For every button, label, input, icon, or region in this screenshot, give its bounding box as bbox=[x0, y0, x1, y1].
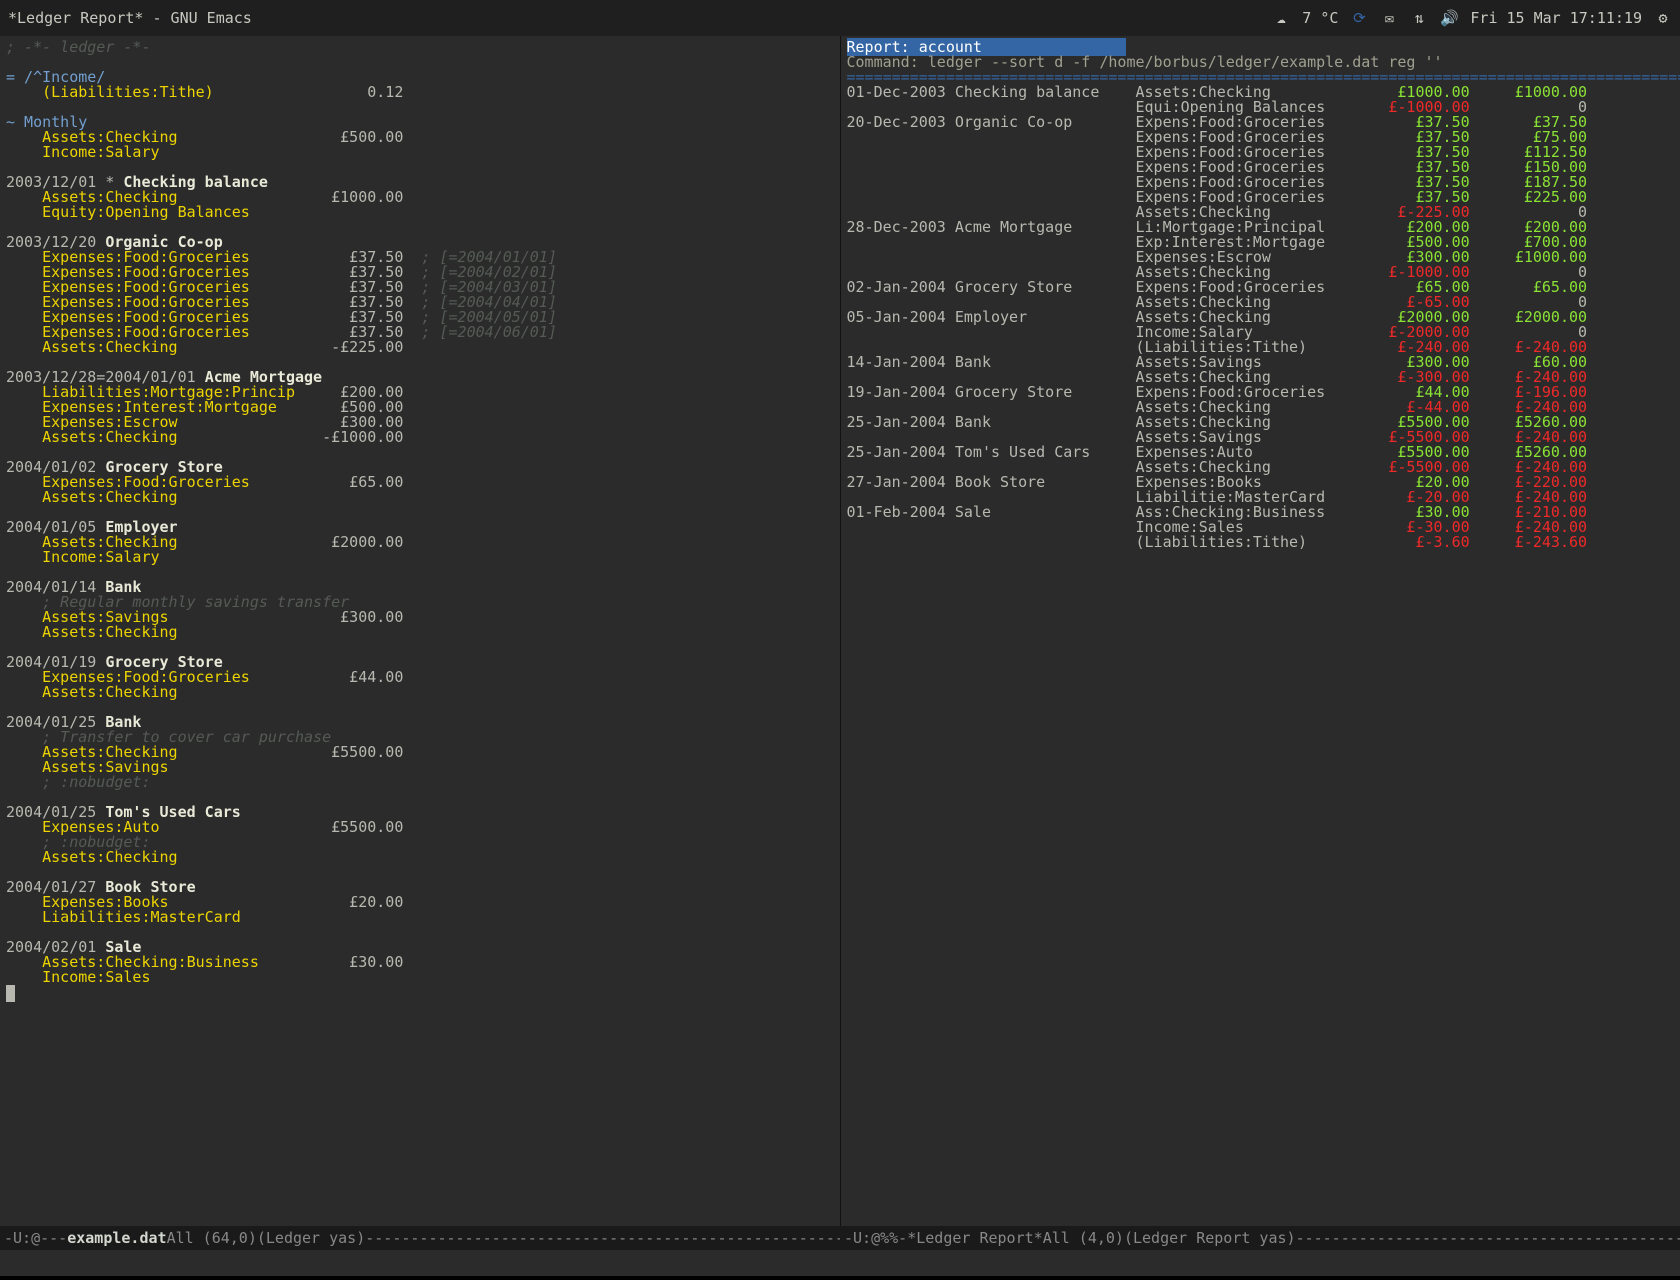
ledger-source-buffer[interactable]: ; -*- ledger -*-= /^Income/ (Liabilities… bbox=[0, 36, 840, 1004]
settings-icon[interactable]: ⚙ bbox=[1654, 9, 1672, 27]
modeline-left[interactable]: -U:@--- example.dat All (64,0) (Ledger y… bbox=[0, 1226, 840, 1250]
buffer-name: *Ledger Report* bbox=[907, 1226, 1042, 1250]
weather-icon: ☁ bbox=[1272, 9, 1290, 27]
system-tray: ☁ 7 °C ⟳ ✉ ⇅ 🔊 Fri 15 Mar 17:11:19 ⚙ bbox=[1272, 9, 1672, 27]
right-pane[interactable]: Report: account Command: ledger --sort d… bbox=[841, 36, 1680, 1226]
network-icon[interactable]: ⇅ bbox=[1410, 9, 1428, 27]
volume-icon[interactable]: 🔊 bbox=[1440, 9, 1458, 27]
ledger-report-buffer[interactable]: Report: account Command: ledger --sort d… bbox=[841, 36, 1680, 554]
modeline-right[interactable]: -U:@%%- *Ledger Report* All (4,0) (Ledge… bbox=[840, 1226, 1680, 1250]
buffer-name: example.dat bbox=[67, 1226, 166, 1250]
mail-icon[interactable]: ✉ bbox=[1380, 9, 1398, 27]
title-bar: *Ledger Report* - GNU Emacs ☁ 7 °C ⟳ ✉ ⇅… bbox=[0, 0, 1680, 36]
window-title: *Ledger Report* - GNU Emacs bbox=[8, 9, 252, 27]
refresh-icon[interactable]: ⟳ bbox=[1350, 9, 1368, 27]
minibuffer[interactable] bbox=[0, 1250, 1680, 1276]
left-pane[interactable]: ; -*- ledger -*-= /^Income/ (Liabilities… bbox=[0, 36, 841, 1226]
clock: Fri 15 Mar 17:11:19 bbox=[1470, 9, 1642, 27]
weather-text: 7 °C bbox=[1302, 9, 1338, 27]
